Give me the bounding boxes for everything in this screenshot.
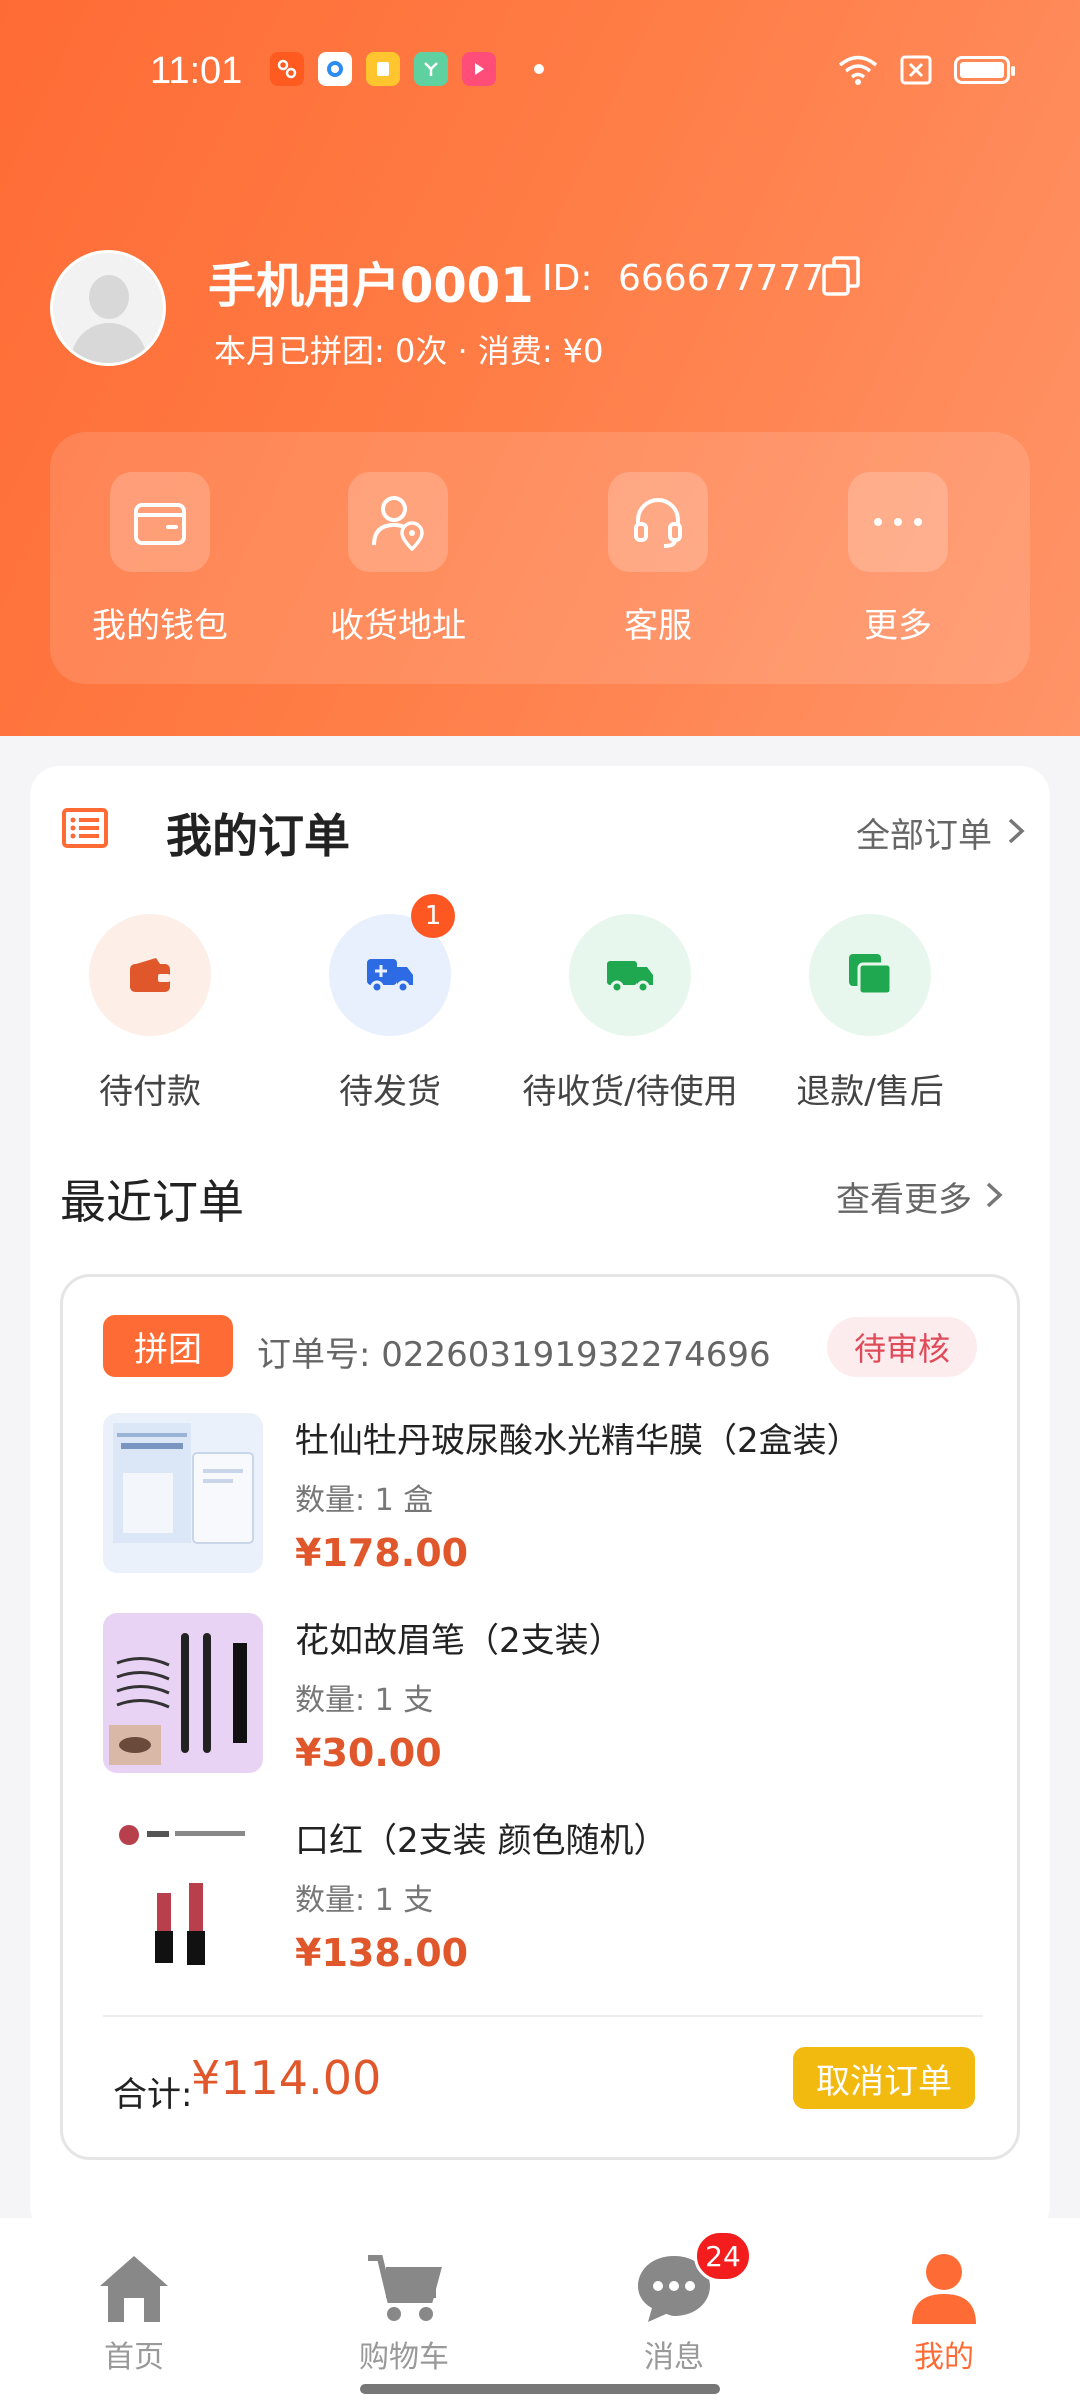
bottom-navigation: 首页 购物车 24 消息 我的: [0, 2218, 1080, 2400]
my-orders-card: 我的订单 全部订单 待付款 1 待发货 待收货/待使用 退款/售后 最近订单 查…: [30, 766, 1050, 2236]
total-label: 合计:: [113, 2075, 193, 2115]
quick-action-wallet[interactable]: 我的钱包: [70, 472, 250, 647]
headset-icon: [608, 472, 708, 572]
truck-icon: [367, 959, 413, 994]
wallet-icon: [130, 958, 170, 992]
product-quantity: 数量: 1 支: [295, 1883, 434, 1918]
pending-ship-badge: 1: [411, 894, 455, 938]
order-product-item[interactable]: 口红（2支装 颜色随机） 数量: 1 支 ¥138.00: [103, 1813, 983, 1983]
status-circle: [809, 914, 931, 1036]
quick-action-more[interactable]: 更多: [808, 472, 988, 647]
nav-label: 购物车: [359, 2340, 449, 2375]
profile-icon: [904, 2250, 984, 2326]
nav-label: 首页: [104, 2340, 164, 2375]
no-sim-icon: [900, 55, 932, 85]
status-time: 11:01: [150, 50, 243, 92]
product-name: 口红（2支装 颜色随机）: [295, 1821, 668, 1861]
delivery-truck-icon: [607, 961, 653, 994]
order-product-item[interactable]: 花如故眉笔（2支装） 数量: 1 支 ¥30.00: [103, 1613, 983, 1783]
chevron-right-icon[interactable]: [982, 1180, 1006, 1210]
status-label: 退款/售后: [796, 1072, 944, 1112]
user-id-label: ID:: [542, 258, 593, 299]
quick-action-label: 客服: [624, 606, 692, 646]
quick-action-label: 我的钱包: [92, 606, 228, 646]
quick-action-label: 收货地址: [330, 606, 466, 646]
quick-actions-panel: 我的钱包 收货地址 客服 更多: [50, 432, 1030, 684]
home-icon: [94, 2250, 174, 2326]
refund-icon: [849, 954, 893, 996]
product-price: ¥30.00: [295, 1731, 442, 1775]
total-value: ¥114.00: [191, 2051, 382, 2105]
recent-order-card[interactable]: 拼团 订单号: 022603191932274696 待审核 牡仙牡丹玻尿酸水光…: [60, 1274, 1020, 2160]
order-list-icon: [62, 808, 108, 848]
wifi-icon: [838, 55, 878, 85]
my-orders-title: 我的订单: [166, 809, 350, 863]
order-status-refund[interactable]: 退款/售后: [750, 914, 990, 1113]
status-circle: 1: [329, 894, 455, 1036]
home-indicator[interactable]: [360, 2384, 720, 2394]
quick-action-label: 更多: [864, 606, 932, 646]
chevron-right-icon[interactable]: [1004, 816, 1028, 846]
order-status-to-ship[interactable]: 1 待发货: [270, 894, 510, 1113]
nav-item-cart[interactable]: 购物车: [314, 2250, 494, 2376]
recent-orders-title: 最近订单: [60, 1175, 244, 1229]
avatar[interactable]: [50, 250, 166, 366]
nav-item-messages[interactable]: 24 消息: [584, 2230, 764, 2376]
order-status-badge: 待审核: [827, 1317, 977, 1377]
app-notification-icon: [366, 52, 400, 86]
group-buy-tag: 拼团: [103, 1315, 233, 1377]
app-notification-icon: [270, 52, 304, 86]
product-name: 花如故眉笔（2支装）: [295, 1621, 623, 1661]
status-bar: 11:01: [0, 40, 1080, 104]
order-status-pending-payment[interactable]: 待付款: [30, 914, 270, 1113]
nav-label: 我的: [914, 2340, 974, 2375]
username: 手机用户0001: [208, 258, 534, 314]
divider: [103, 2015, 983, 2017]
messages-badge: 24: [694, 2230, 752, 2282]
profile-header: 11:01 手机用户0001 ID: 666677777 本月已拼团: 0次 ·…: [0, 0, 1080, 736]
battery-icon: [954, 56, 1015, 84]
copy-icon[interactable]: [822, 256, 860, 296]
order-number: 订单号: 022603191932274696: [257, 1335, 771, 1375]
app-notification-icon: [318, 52, 352, 86]
status-label: 待收货/待使用: [522, 1072, 738, 1112]
product-name: 牡仙牡丹玻尿酸水光精华膜（2盒装）: [295, 1421, 861, 1461]
cart-icon: [364, 2250, 444, 2326]
status-app-icons: [270, 52, 544, 86]
wallet-icon: [110, 472, 210, 572]
app-notification-icon: [414, 52, 448, 86]
app-notification-icon: [462, 52, 496, 86]
user-id-value: 666677777: [618, 258, 825, 299]
product-price: ¥178.00: [295, 1531, 469, 1575]
user-stats: 本月已拼团: 0次 · 消费: ¥0: [214, 332, 604, 370]
product-quantity: 数量: 1 支: [295, 1683, 434, 1718]
more-icon: [848, 472, 948, 572]
my-orders-header: 我的订单 全部订单: [62, 794, 1032, 864]
status-circle: [569, 914, 691, 1036]
location-user-icon: [348, 472, 448, 572]
quick-action-address[interactable]: 收货地址: [308, 472, 488, 647]
more-notifications-dot: [534, 64, 544, 74]
nav-item-home[interactable]: 首页: [44, 2250, 224, 2376]
product-image-eyebrow-pencil: [103, 1613, 263, 1773]
status-right: [838, 54, 1015, 86]
quick-action-support[interactable]: 客服: [568, 472, 748, 647]
status-label: 待付款: [99, 1072, 201, 1112]
order-product-item[interactable]: 牡仙牡丹玻尿酸水光精华膜（2盒装） 数量: 1 盒 ¥178.00: [103, 1413, 983, 1583]
cancel-order-button[interactable]: 取消订单: [793, 2047, 975, 2109]
order-status-to-receive[interactable]: 待收货/待使用: [510, 914, 750, 1113]
all-orders-link[interactable]: 全部订单: [856, 808, 992, 857]
status-circle: [89, 914, 211, 1036]
nav-label: 消息: [644, 2340, 704, 2375]
product-price: ¥138.00: [295, 1931, 469, 1975]
product-quantity: 数量: 1 盒: [295, 1483, 434, 1518]
nav-item-profile[interactable]: 我的: [854, 2250, 1034, 2376]
product-image-lipstick: [103, 1813, 263, 1973]
view-more-link[interactable]: 查看更多: [836, 1172, 972, 1221]
chat-icon: 24: [634, 2230, 752, 2326]
product-image-face-mask: [103, 1413, 263, 1573]
status-label: 待发货: [339, 1072, 441, 1112]
